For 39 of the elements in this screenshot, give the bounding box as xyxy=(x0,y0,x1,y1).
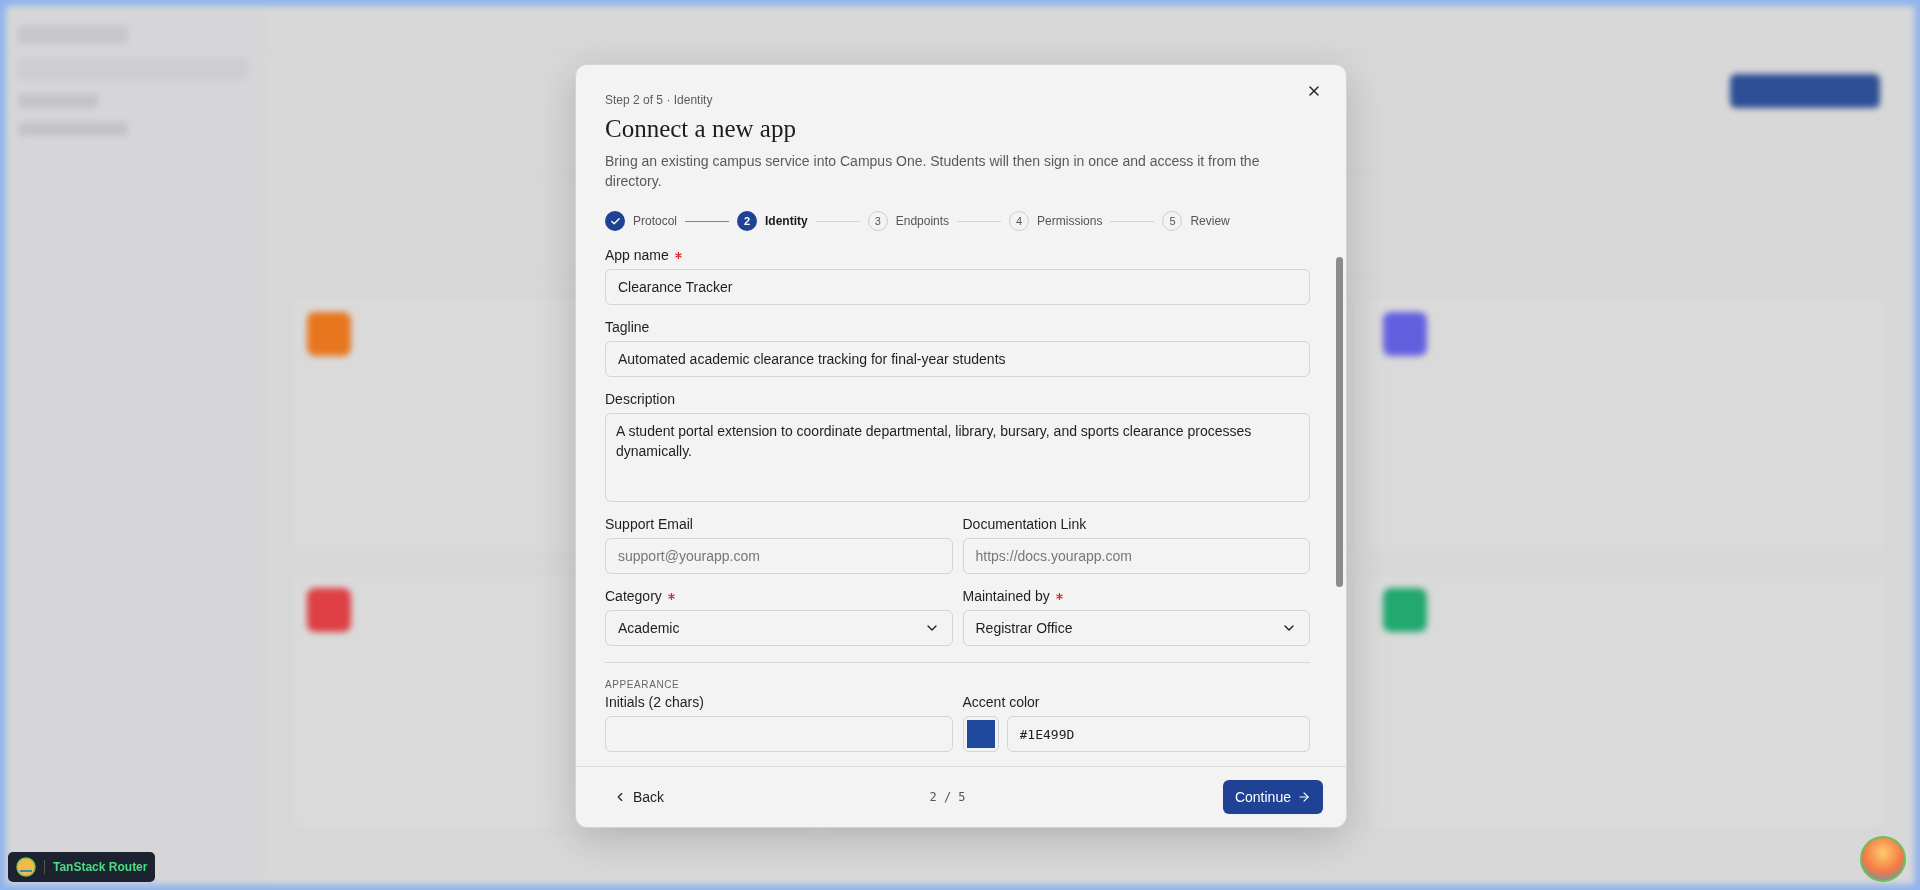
step-label: Endpoints xyxy=(895,214,950,228)
step-label: Protocol xyxy=(633,214,678,228)
field-label: Maintained by xyxy=(962,588,1050,604)
devtools-badge[interactable]: TanStack Router xyxy=(8,852,156,882)
field-label: Tagline xyxy=(605,319,650,335)
description-field[interactable]: A student portal extension to coordinate departmental, library, bursary, and sports clearance processes dynamically. xyxy=(605,413,1310,502)
step-label: Identity xyxy=(765,214,808,228)
field-label: Support Email xyxy=(605,516,693,532)
continue-button[interactable]: Continue xyxy=(1222,780,1323,814)
back-button[interactable]: Back xyxy=(605,783,673,811)
required-icon xyxy=(667,592,675,600)
dialog-description: Bring an existing campus service into Campus One. Students will then sign in once and access it from the directory. xyxy=(605,152,1261,191)
step-label: Step 2 of 5 · Identity xyxy=(605,93,714,107)
step-number: 4 xyxy=(1009,211,1030,231)
field-label: Documentation Link xyxy=(962,516,1087,532)
field-label: App name xyxy=(605,247,669,263)
select-field[interactable]: Registrar Office xyxy=(962,610,1310,646)
step-number: 2 xyxy=(737,211,758,231)
text-field[interactable]: Clearance Tracker xyxy=(605,269,1310,305)
required-icon xyxy=(674,251,682,259)
field-label: Initials (2 chars) xyxy=(605,694,704,710)
text-field[interactable]: Automated academic clearance tracking for final-year students xyxy=(605,341,1310,377)
text-field[interactable]: support@yourapp.com xyxy=(605,538,953,574)
field-label: Accent color xyxy=(962,694,1040,710)
arrow-right-icon xyxy=(1297,790,1311,804)
step-number: 5 xyxy=(1162,211,1183,231)
hex-field[interactable]: #1E499D xyxy=(1006,716,1310,752)
field-label: Category xyxy=(605,588,662,604)
step-label: Permissions xyxy=(1037,214,1103,228)
select-field[interactable]: Academic xyxy=(605,610,953,646)
section-heading: APPEARANCE xyxy=(605,679,681,690)
text-field[interactable] xyxy=(605,716,953,752)
required-icon xyxy=(1055,592,1063,600)
step-number: 3 xyxy=(867,211,888,231)
field-label: Description xyxy=(605,391,676,407)
dialog-title: Connect a new app xyxy=(605,115,797,143)
text-field[interactable]: https://docs.yourapp.com xyxy=(962,538,1310,574)
step-label: Review xyxy=(1190,214,1230,228)
page-counter: 2 / 5 xyxy=(929,790,966,804)
